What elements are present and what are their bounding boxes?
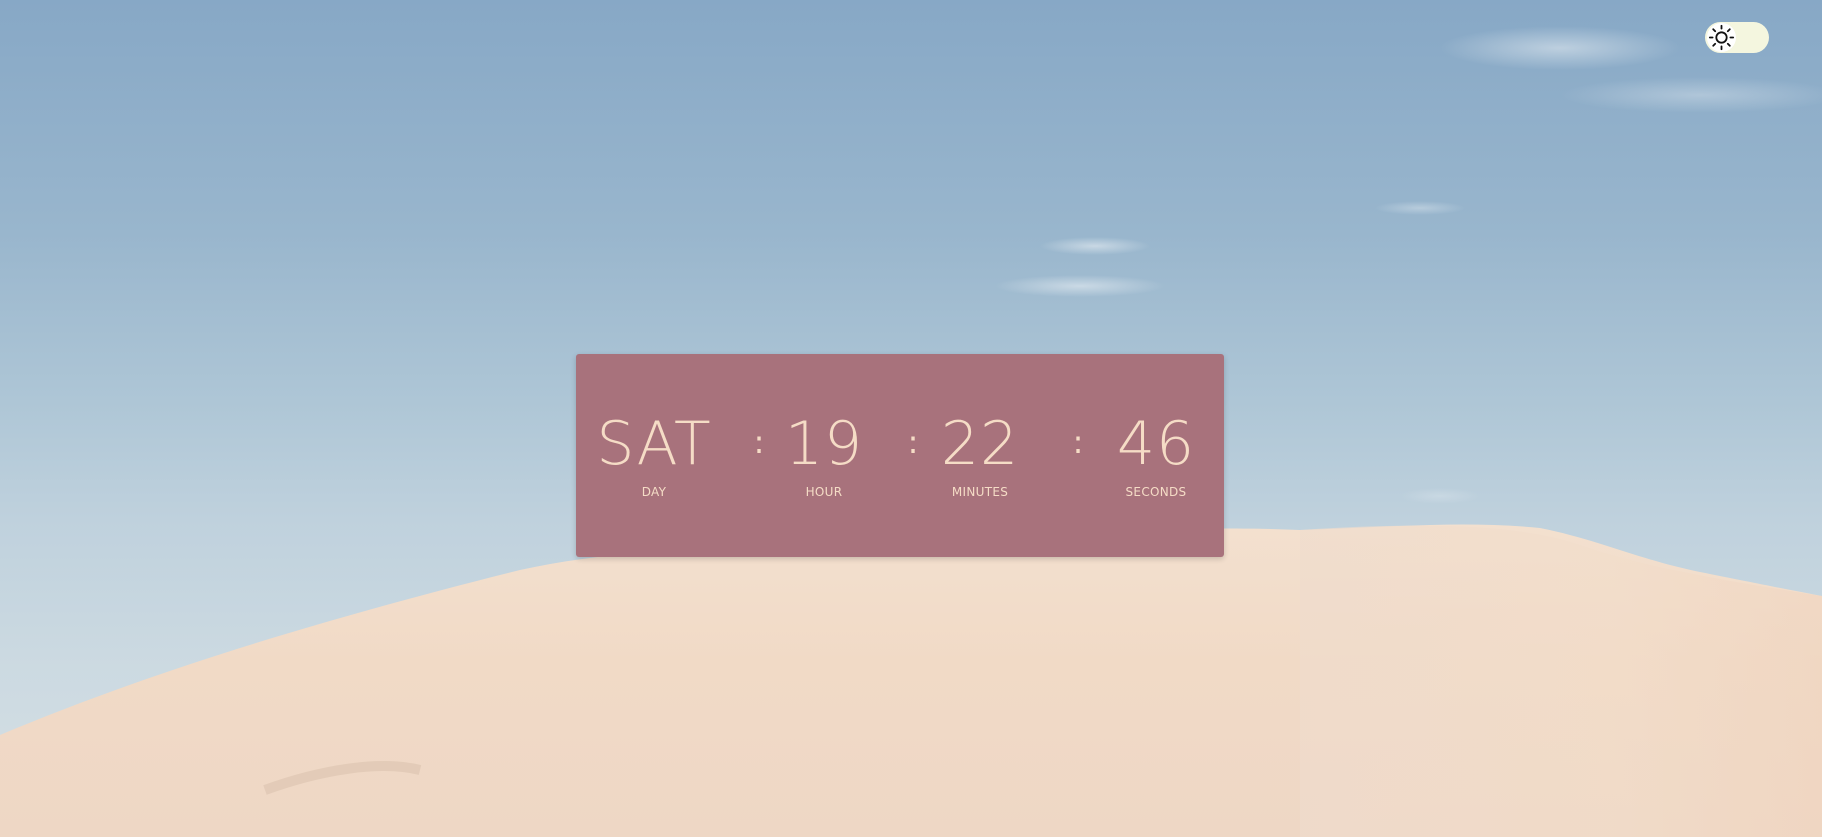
clock-separator: : <box>1072 423 1084 461</box>
clock-seconds: 46 SECONDS <box>1108 354 1204 557</box>
minutes-value: 22 <box>940 409 1020 479</box>
hour-label: HOUR <box>805 485 843 499</box>
seconds-value: 46 <box>1116 409 1196 479</box>
clock-separator: : <box>907 423 919 461</box>
clock-day: SAT DAY <box>594 354 714 557</box>
minutes-label: MINUTES <box>951 485 1009 499</box>
hour-value: 19 <box>784 409 864 479</box>
theme-toggle[interactable] <box>1705 22 1769 53</box>
desktop-background: SAT DAY : 19 HOUR : 22 MINUTES : 46 SECO… <box>0 0 1822 837</box>
day-value: SAT <box>596 409 712 479</box>
sun-icon <box>1708 24 1735 51</box>
clock-card: SAT DAY : 19 HOUR : 22 MINUTES : 46 SECO… <box>576 354 1224 557</box>
clock-minutes: 22 MINUTES <box>940 354 1020 557</box>
seconds-label: SECONDS <box>1125 485 1187 499</box>
clock-separator: : <box>753 423 765 461</box>
clock-hour: 19 HOUR <box>784 354 864 557</box>
day-label: DAY <box>641 485 667 499</box>
